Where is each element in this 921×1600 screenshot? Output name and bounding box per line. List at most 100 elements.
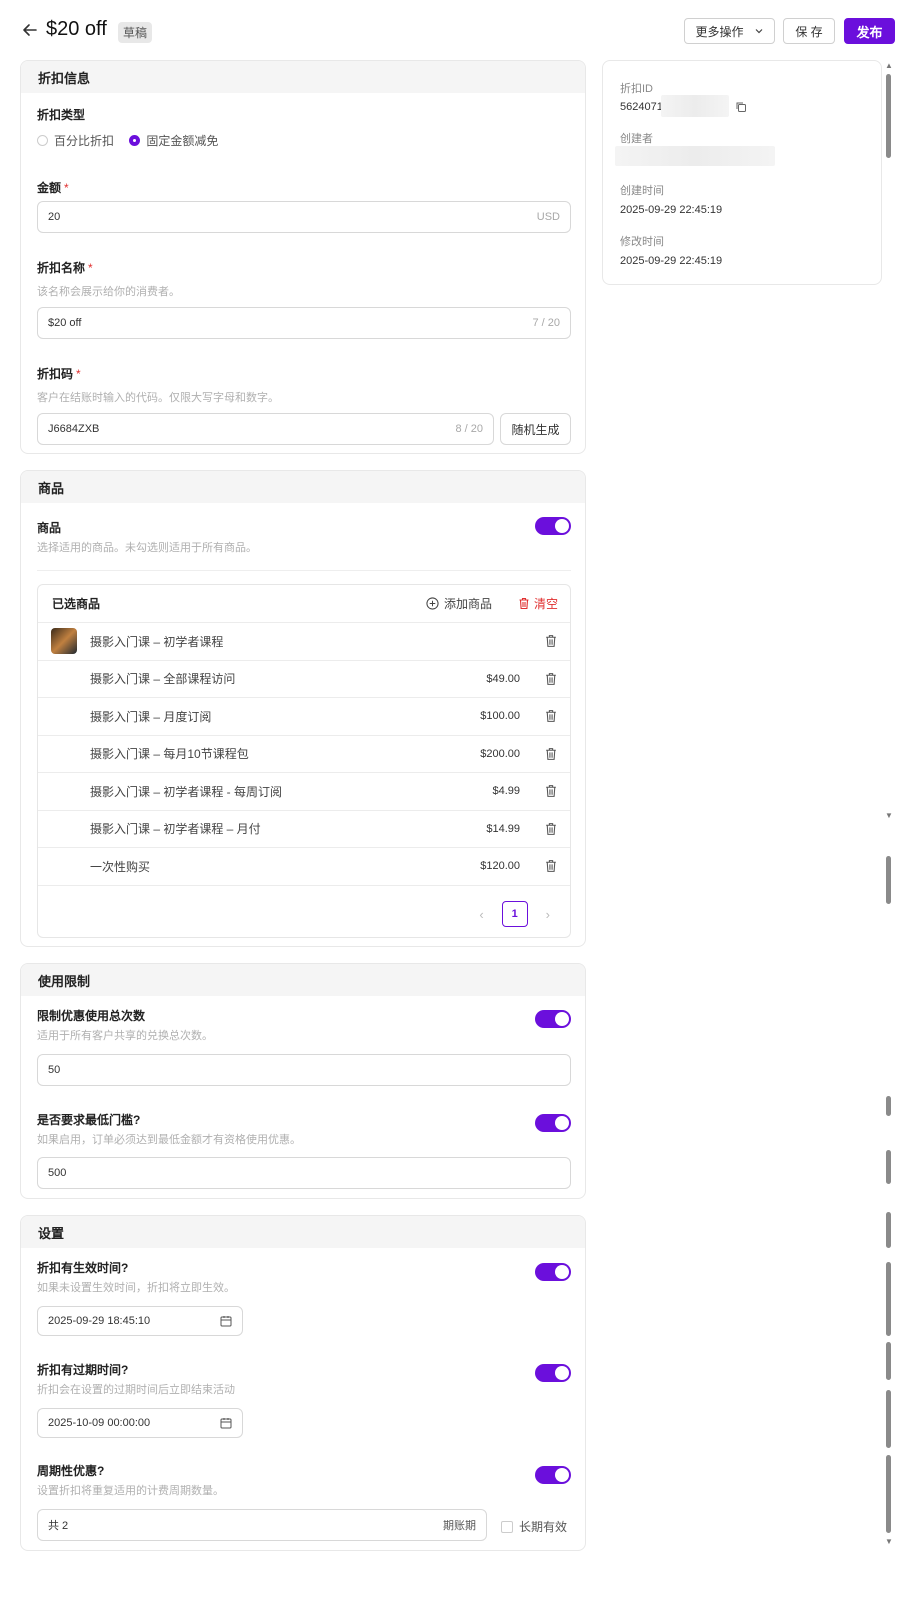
publish-button[interactable]: 发布 — [844, 18, 895, 44]
products-card: 商品 商品 选择适用的商品。未勾选则适用于所有商品。 已选商品 添加商品 清空 … — [20, 470, 586, 947]
discount-code-label: 折扣码 * — [37, 367, 81, 381]
total-uses-toggle[interactable] — [535, 1010, 571, 1028]
divider — [37, 570, 571, 571]
modified-time-label: 修改时间 — [620, 236, 664, 248]
usage-limits-card: 使用限制 限制优惠使用总次数 适用于所有客户共享的兑换总次数。 50 是否要求最… — [20, 963, 586, 1199]
more-actions-label: 更多操作 — [695, 24, 744, 39]
products-toggle[interactable] — [535, 517, 571, 535]
discount-id-label: 折扣ID — [620, 83, 653, 95]
scroll-down-icon[interactable]: ▼ — [885, 812, 893, 820]
card-title: 折扣信息 — [21, 61, 585, 93]
amount-input[interactable]: 20 USD — [37, 201, 571, 233]
start-time-picker[interactable]: 2025-09-29 18:45:10 — [37, 1306, 243, 1336]
total-uses-hint: 适用于所有客户共享的兑换总次数。 — [37, 1030, 213, 1042]
calendar-icon — [220, 1418, 232, 1429]
redacted-block — [615, 146, 775, 166]
copy-icon[interactable] — [735, 101, 747, 113]
checkbox-icon — [501, 1520, 513, 1533]
table-row: 摄影入门课 – 初学者课程 – 月付 $14.99 — [38, 811, 570, 848]
plus-circle-icon — [426, 597, 439, 610]
discount-code-value: J6684ZXB — [48, 423, 100, 435]
page-number-button[interactable]: 1 — [501, 901, 528, 927]
trash-icon[interactable] — [544, 709, 558, 723]
recurring-hint: 设置折扣将重复适用的计费周期数量。 — [37, 1485, 224, 1497]
random-generate-button[interactable]: 随机生成 — [500, 413, 571, 445]
discount-id-value: 5624071 — [620, 101, 663, 113]
product-price: $100.00 — [480, 710, 520, 723]
trash-icon[interactable] — [544, 784, 558, 798]
discount-name-value: $20 off — [48, 317, 82, 329]
selected-products-title: 已选商品 — [52, 597, 101, 611]
table-row: 摄影入门课 – 月度订阅 $100.00 — [38, 698, 570, 736]
radio-label: 百分比折扣 — [54, 134, 115, 148]
total-uses-input[interactable]: 50 — [37, 1054, 571, 1086]
product-name: 摄影入门课 – 初学者课程 — [90, 634, 224, 649]
discount-info-card: 折扣信息 折扣类型 百分比折扣 固定金额减免 金额 * 20 USD 折扣名称 * … — [20, 60, 586, 454]
radio-percentage[interactable]: 百分比折扣 — [37, 132, 114, 149]
trash-icon[interactable] — [544, 672, 558, 686]
forever-checkbox[interactable]: 长期有效 — [501, 1518, 567, 1535]
min-threshold-toggle[interactable] — [535, 1114, 571, 1132]
char-count: 8 / 20 — [455, 423, 483, 435]
start-time-toggle[interactable] — [535, 1263, 571, 1281]
expire-time-picker[interactable]: 2025-10-09 00:00:00 — [37, 1408, 243, 1438]
scroll-down-icon[interactable]: ▼ — [885, 1538, 893, 1546]
scrollbar-thumb[interactable] — [886, 1096, 891, 1116]
product-name: 一次性购买 — [90, 859, 151, 874]
scrollbar-thumb[interactable] — [886, 1212, 891, 1248]
radio-dot-icon — [37, 135, 48, 146]
trash-icon[interactable] — [544, 822, 558, 836]
scrollbar-thumb[interactable] — [886, 1455, 891, 1533]
table-row: 一次性购买 $120.00 — [38, 848, 570, 886]
product-price: $120.00 — [480, 860, 520, 873]
back-arrow-icon[interactable] — [20, 20, 40, 40]
radio-label: 固定金额减免 — [146, 134, 219, 148]
trash-icon[interactable] — [544, 634, 558, 648]
total-uses-label: 限制优惠使用总次数 — [37, 1009, 146, 1023]
amount-value: 20 — [48, 211, 61, 223]
start-time-label: 折扣有生效时间? — [37, 1261, 129, 1275]
product-price: $14.99 — [486, 822, 520, 835]
scrollbar-thumb[interactable] — [886, 1342, 891, 1380]
forever-label: 长期有效 — [519, 1520, 568, 1534]
more-actions-button[interactable]: 更多操作 — [684, 18, 775, 44]
recurring-periods-input[interactable]: 共 2 期账期 — [37, 1509, 487, 1541]
scrollbar-thumb[interactable] — [886, 856, 891, 904]
start-time-hint: 如果未设置生效时间，折扣将立即生效。 — [37, 1282, 235, 1294]
discount-code-input[interactable]: J6684ZXB 8 / 20 — [37, 413, 494, 445]
meta-panel: 折扣ID 5624071 创建者 创建时间 2025-09-29 22:45:1… — [602, 60, 882, 285]
trash-icon — [519, 597, 529, 610]
next-page-icon[interactable]: › — [546, 907, 550, 922]
table-row: 摄影入门课 – 每月10节课程包 $200.00 — [38, 736, 570, 773]
card-title: 设置 — [21, 1216, 585, 1248]
trash-icon[interactable] — [544, 747, 558, 761]
scrollbar-thumb[interactable] — [886, 1150, 891, 1184]
scrollbar-thumb[interactable] — [886, 74, 891, 158]
scroll-up-icon[interactable]: ▲ — [885, 62, 893, 70]
chevron-down-icon — [755, 29, 762, 34]
recurring-toggle[interactable] — [535, 1466, 571, 1484]
discount-name-label: 折扣名称 * — [37, 261, 93, 275]
card-title: 使用限制 — [21, 964, 585, 996]
pagination: ‹ 1 › — [479, 901, 550, 927]
table-row: 摄影入门课 – 全部课程访问 $49.00 — [38, 661, 570, 698]
prev-page-icon[interactable]: ‹ — [479, 907, 483, 922]
expire-time-hint: 折扣会在设置的过期时间后立即结束活动 — [37, 1384, 235, 1396]
radio-fixed-amount[interactable]: 固定金额减免 — [129, 132, 218, 149]
discount-name-input[interactable]: $20 off 7 / 20 — [37, 307, 571, 339]
scrollbar-thumb[interactable] — [886, 1390, 891, 1448]
product-name: 摄影入门课 – 全部课程访问 — [90, 672, 236, 687]
min-threshold-hint: 如果启用，订单必须达到最低金额才有资格使用优惠。 — [37, 1134, 301, 1146]
save-button[interactable]: 保 存 — [783, 18, 835, 44]
currency-suffix: USD — [536, 211, 560, 223]
page-title: $20 off — [46, 18, 107, 40]
expire-time-value: 2025-10-09 00:00:00 — [48, 1417, 151, 1429]
clear-button[interactable]: 清空 — [518, 595, 558, 612]
products-hint: 选择适用的商品。未勾选则适用于所有商品。 — [37, 542, 257, 554]
scrollbar-thumb[interactable] — [886, 1262, 891, 1336]
min-threshold-input[interactable]: 500 — [37, 1157, 571, 1189]
trash-icon[interactable] — [544, 859, 558, 873]
expire-time-toggle[interactable] — [535, 1364, 571, 1382]
recurring-suffix: 期账期 — [443, 1520, 476, 1532]
add-product-button[interactable]: 添加商品 — [426, 595, 492, 612]
